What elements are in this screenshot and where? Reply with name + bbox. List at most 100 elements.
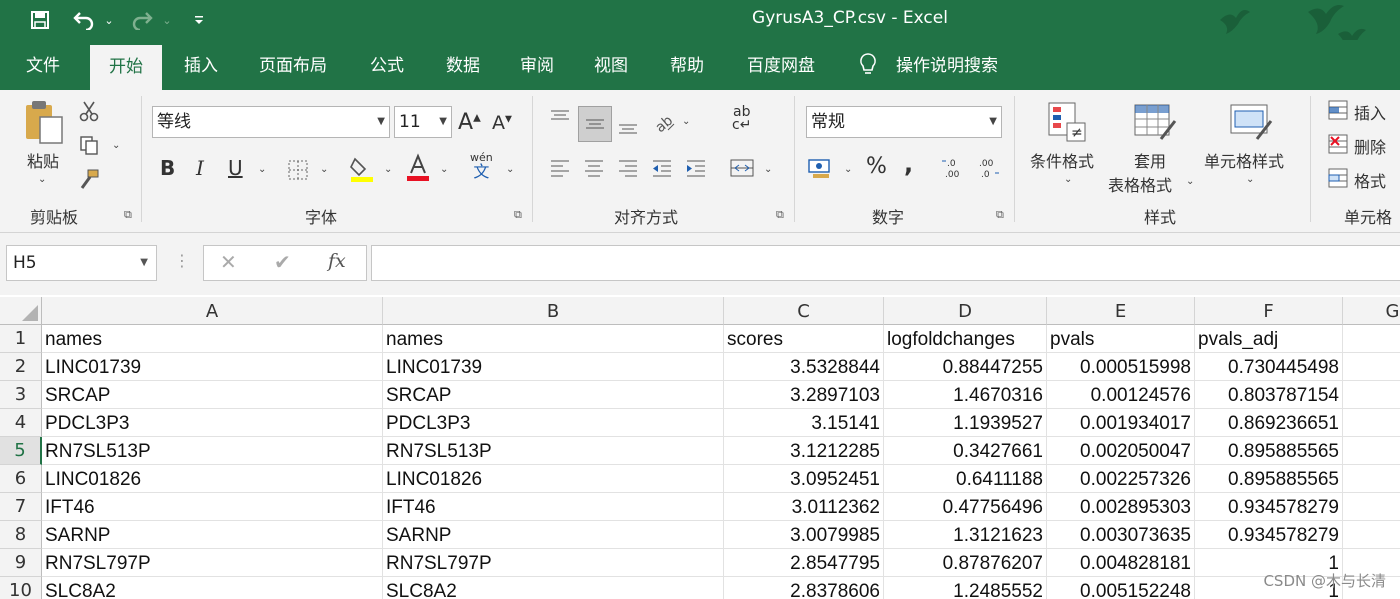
decrease-decimal-icon[interactable]: .00.0 xyxy=(974,154,1002,182)
grid-cell[interactable]: 0.895885565 xyxy=(1195,437,1343,465)
align-top-icon[interactable] xyxy=(546,104,574,132)
alignment-launcher-icon[interactable]: ⧉ xyxy=(776,208,784,222)
name-box[interactable]: H5 ▼ xyxy=(6,245,157,281)
grid-cell[interactable]: SARNP xyxy=(383,521,724,549)
grid-cell[interactable]: 0.87876207 xyxy=(884,549,1047,577)
undo-icon[interactable] xyxy=(70,6,98,34)
grid-cell[interactable]: 0.88447255 xyxy=(884,353,1047,381)
grid-cell[interactable]: 0.803787154 xyxy=(1195,381,1343,409)
grid-cell[interactable]: 0.47756496 xyxy=(884,493,1047,521)
accounting-format-icon[interactable] xyxy=(806,154,836,182)
formula-input[interactable] xyxy=(371,245,1400,281)
row-header[interactable]: 8 xyxy=(0,521,42,549)
grid-cell[interactable]: names xyxy=(383,325,724,353)
tab-file[interactable]: 文件 xyxy=(10,40,76,90)
phonetic-dropdown-icon[interactable]: ⌄ xyxy=(506,164,514,175)
row-header[interactable]: 4 xyxy=(0,409,42,437)
grid-cell[interactable]: 0.6411188 xyxy=(884,465,1047,493)
clipboard-launcher-icon[interactable]: ⧉ xyxy=(124,208,132,222)
align-left-icon[interactable] xyxy=(546,154,574,182)
grid-cell[interactable]: pvals xyxy=(1047,325,1195,353)
grid-cell[interactable]: SLC8A2 xyxy=(42,577,383,599)
borders-dropdown-icon[interactable]: ⌄ xyxy=(320,164,328,175)
borders-icon[interactable] xyxy=(286,158,310,182)
format-as-table-label-1[interactable]: 套用 xyxy=(1134,148,1166,172)
grid-cell[interactable]: logfoldchanges xyxy=(884,325,1047,353)
row-header[interactable]: 9 xyxy=(0,549,42,577)
grid-cell[interactable]: LINC01826 xyxy=(42,465,383,493)
grid-cell[interactable]: 0.001934017 xyxy=(1047,409,1195,437)
cut-icon[interactable] xyxy=(76,98,102,124)
grid-cell[interactable] xyxy=(1343,465,1400,493)
column-header[interactable]: G xyxy=(1343,297,1400,325)
tab-baidu-netdisk[interactable]: 百度网盘 xyxy=(734,40,828,90)
grid-cell[interactable]: 3.0079985 xyxy=(724,521,884,549)
grid-cell[interactable]: 0.000515998 xyxy=(1047,353,1195,381)
conditional-formatting-dropdown-icon[interactable]: ⌄ xyxy=(1064,174,1072,185)
grid-cell[interactable]: 3.0112362 xyxy=(724,493,884,521)
enter-icon[interactable]: ✔ xyxy=(274,250,291,274)
font-size-select[interactable]: 11 ▼ xyxy=(394,106,452,138)
increase-font-button[interactable]: A▲ xyxy=(458,110,481,135)
copy-dropdown-icon[interactable]: ⌄ xyxy=(112,140,120,151)
grid-cell[interactable] xyxy=(1343,493,1400,521)
redo-icon[interactable] xyxy=(128,6,156,34)
grid-cell[interactable]: SRCAP xyxy=(42,381,383,409)
select-all-button[interactable] xyxy=(0,297,42,325)
cell-styles-icon[interactable] xyxy=(1226,98,1276,144)
grid-cell[interactable]: 0.002257326 xyxy=(1047,465,1195,493)
format-cells-button[interactable]: 格式 xyxy=(1354,168,1386,192)
grid-cell[interactable]: RN7SL797P xyxy=(383,549,724,577)
format-painter-icon[interactable] xyxy=(76,166,102,192)
undo-dropdown-icon[interactable]: ⌄ xyxy=(102,6,116,34)
align-center-icon[interactable] xyxy=(580,154,608,182)
row-header[interactable]: 1 xyxy=(0,325,42,353)
row-header[interactable]: 5 xyxy=(0,437,42,465)
wrap-text-button[interactable]: ab c↵ xyxy=(732,105,751,132)
insert-function-icon[interactable]: fx xyxy=(328,250,346,272)
column-header[interactable]: D xyxy=(884,297,1047,325)
grid-cell[interactable]: 0.3427661 xyxy=(884,437,1047,465)
bold-button[interactable]: B xyxy=(160,156,175,180)
row-header[interactable]: 7 xyxy=(0,493,42,521)
decrease-font-button[interactable]: A▼ xyxy=(492,112,512,134)
column-header[interactable]: A xyxy=(42,297,383,325)
number-launcher-icon[interactable]: ⧉ xyxy=(996,208,1004,222)
grid-cell[interactable]: PDCL3P3 xyxy=(42,409,383,437)
column-header[interactable]: C xyxy=(724,297,884,325)
column-header[interactable]: F xyxy=(1195,297,1343,325)
insert-cells-button[interactable]: 插入 xyxy=(1354,100,1386,124)
tell-me-search[interactable]: 操作说明搜索 xyxy=(896,40,1016,90)
customize-quick-access-icon[interactable] xyxy=(192,6,206,34)
phonetic-guide-button[interactable]: wén 文 xyxy=(470,152,493,181)
tab-insert[interactable]: 插入 xyxy=(168,40,234,90)
merge-center-icon[interactable] xyxy=(728,154,756,182)
grid-cell[interactable]: 0.005152248 xyxy=(1047,577,1195,599)
align-bottom-icon[interactable] xyxy=(614,112,642,140)
insert-cells-icon[interactable] xyxy=(1326,98,1350,122)
grid-cell[interactable]: 1.3121623 xyxy=(884,521,1047,549)
fill-color-dropdown-icon[interactable]: ⌄ xyxy=(384,164,392,175)
italic-button[interactable]: I xyxy=(196,156,204,180)
font-color-dropdown-icon[interactable]: ⌄ xyxy=(440,164,448,175)
grid-cell[interactable]: PDCL3P3 xyxy=(383,409,724,437)
grid-cell[interactable]: 1.1939527 xyxy=(884,409,1047,437)
increase-decimal-icon[interactable]: .0.00 xyxy=(940,154,968,182)
grid-cell[interactable]: 0.002895303 xyxy=(1047,493,1195,521)
comma-style-button[interactable]: , xyxy=(904,150,913,178)
grid-cell[interactable]: LINC01739 xyxy=(42,353,383,381)
underline-dropdown-icon[interactable]: ⌄ xyxy=(258,164,266,175)
grid-cell[interactable]: 3.15141 xyxy=(724,409,884,437)
grid-cell[interactable]: IFT46 xyxy=(42,493,383,521)
save-icon[interactable] xyxy=(26,6,54,34)
tab-home[interactable]: 开始 xyxy=(90,45,162,90)
font-color-icon[interactable] xyxy=(404,152,432,184)
grid-cell[interactable]: 3.0952451 xyxy=(724,465,884,493)
grid-cell[interactable]: 1.2485552 xyxy=(884,577,1047,599)
tab-help[interactable]: 帮助 xyxy=(654,40,720,90)
number-format-select[interactable]: 常规 ▼ xyxy=(806,106,1002,138)
increase-indent-icon[interactable] xyxy=(682,154,710,182)
grid-cell[interactable]: 1.4670316 xyxy=(884,381,1047,409)
orientation-dropdown-icon[interactable]: ⌄ xyxy=(682,116,690,127)
grid-cell[interactable]: RN7SL797P xyxy=(42,549,383,577)
